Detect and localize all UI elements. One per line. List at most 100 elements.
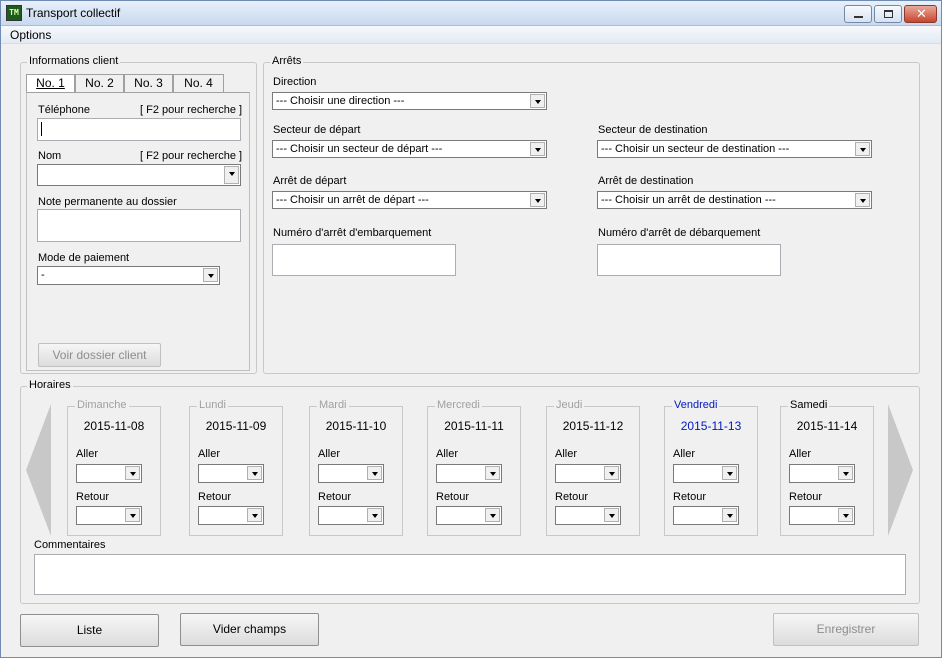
- previous-week-arrow-icon[interactable]: [26, 404, 51, 536]
- clear-fields-button[interactable]: Vider champs: [180, 613, 319, 646]
- day-date: 2015-11-13: [680, 419, 742, 433]
- return-label: Retour: [318, 491, 352, 503]
- departure-sector-label: Secteur de départ: [273, 124, 361, 136]
- go-combo[interactable]: [673, 464, 739, 483]
- day-name: Vendredi: [672, 399, 720, 411]
- note-label: Note permanente au dossier: [38, 196, 177, 208]
- chevron-down-icon[interactable]: [485, 466, 500, 480]
- stops-legend: Arrêts: [270, 55, 304, 67]
- go-combo[interactable]: [555, 464, 621, 483]
- day-name: Jeudi: [554, 399, 585, 411]
- comments-field[interactable]: [34, 554, 906, 595]
- destination-stop-combo[interactable]: --- Choisir un arrêt de destination ---: [597, 191, 872, 209]
- phone-label: Téléphone: [38, 104, 90, 116]
- departure-sector-combo[interactable]: --- Choisir un secteur de départ ---: [272, 140, 547, 158]
- day-name: Lundi: [197, 399, 228, 411]
- menu-options[interactable]: Options: [10, 28, 51, 42]
- return-label: Retour: [436, 491, 470, 503]
- direction-label: Direction: [273, 76, 317, 88]
- maximize-button[interactable]: [874, 5, 902, 23]
- chevron-down-icon[interactable]: [530, 142, 545, 156]
- direction-combo[interactable]: --- Choisir une direction ---: [272, 92, 547, 110]
- minimize-button[interactable]: [844, 5, 872, 23]
- day-name: Dimanche: [75, 399, 129, 411]
- go-combo[interactable]: [318, 464, 384, 483]
- chevron-down-icon[interactable]: [604, 508, 619, 522]
- alighting-stop-label: Numéro d'arrêt de débarquement: [598, 227, 761, 239]
- list-button[interactable]: Liste: [20, 614, 159, 647]
- return-combo[interactable]: [555, 506, 621, 525]
- day-name: Samedi: [788, 399, 830, 411]
- chevron-down-icon[interactable]: [485, 508, 500, 522]
- go-combo[interactable]: [198, 464, 264, 483]
- go-label: Aller: [76, 448, 99, 460]
- destination-sector-value: --- Choisir un secteur de destination --…: [601, 143, 790, 155]
- chevron-down-icon[interactable]: [722, 508, 737, 522]
- return-label: Retour: [673, 491, 707, 503]
- chevron-down-icon[interactable]: [838, 466, 853, 480]
- direction-value: --- Choisir une direction ---: [276, 95, 405, 107]
- chevron-down-icon[interactable]: [203, 268, 218, 282]
- chevron-down-icon[interactable]: [838, 508, 853, 522]
- chevron-down-icon[interactable]: [247, 508, 262, 522]
- day-sunday: Dimanche 2015-11-08 Aller Retour: [67, 399, 161, 536]
- chevron-down-icon[interactable]: [604, 466, 619, 480]
- window-title: Transport collectif: [26, 6, 121, 20]
- name-label: Nom: [38, 150, 62, 162]
- payment-label: Mode de paiement: [38, 252, 130, 264]
- departure-stop-label: Arrêt de départ: [273, 175, 347, 187]
- maximize-icon: [884, 10, 893, 18]
- chevron-down-icon[interactable]: [855, 142, 870, 156]
- return-combo[interactable]: [318, 506, 384, 525]
- go-combo[interactable]: [76, 464, 142, 483]
- return-combo[interactable]: [76, 506, 142, 525]
- save-button[interactable]: Enregistrer: [773, 613, 919, 646]
- day-date: 2015-11-11: [444, 419, 504, 433]
- go-label: Aller: [789, 448, 812, 460]
- day-tuesday: Mardi 2015-11-10 Aller Retour: [309, 399, 403, 536]
- chevron-down-icon[interactable]: [530, 94, 545, 108]
- chevron-down-icon[interactable]: [125, 508, 140, 522]
- name-combo[interactable]: [37, 164, 241, 186]
- return-label: Retour: [198, 491, 232, 503]
- boarding-stop-field[interactable]: [272, 244, 456, 276]
- return-combo[interactable]: [436, 506, 502, 525]
- chevron-down-icon[interactable]: [125, 466, 140, 480]
- view-client-file-button[interactable]: Voir dossier client: [38, 343, 161, 367]
- return-combo[interactable]: [789, 506, 855, 525]
- chevron-down-icon[interactable]: [530, 193, 545, 207]
- note-field[interactable]: [37, 209, 241, 242]
- departure-stop-combo[interactable]: --- Choisir un arrêt de départ ---: [272, 191, 547, 209]
- day-thursday: Jeudi 2015-11-12 Aller Retour: [546, 399, 640, 536]
- chevron-down-icon[interactable]: [224, 166, 239, 184]
- return-combo[interactable]: [673, 506, 739, 525]
- day-date: 2015-11-14: [796, 419, 858, 433]
- go-label: Aller: [673, 448, 696, 460]
- tab-client-1[interactable]: No. 1: [26, 74, 75, 93]
- title-bar: TM Transport collectif ✕: [1, 1, 941, 26]
- close-icon: ✕: [916, 6, 927, 21]
- return-label: Retour: [555, 491, 589, 503]
- close-button[interactable]: ✕: [904, 5, 937, 23]
- comments-label: Commentaires: [34, 539, 106, 551]
- payment-combo[interactable]: -: [37, 266, 220, 285]
- day-friday: Vendredi 2015-11-13 Aller Retour: [664, 399, 758, 536]
- tab-client-3[interactable]: No. 3: [124, 74, 173, 93]
- alighting-stop-field[interactable]: [597, 244, 781, 276]
- chevron-down-icon[interactable]: [367, 466, 382, 480]
- tab-client-2[interactable]: No. 2: [75, 74, 124, 93]
- tab-client-4[interactable]: No. 4: [173, 74, 224, 93]
- go-label: Aller: [318, 448, 341, 460]
- phone-field[interactable]: [37, 118, 241, 141]
- chevron-down-icon[interactable]: [722, 466, 737, 480]
- next-week-arrow-icon[interactable]: [888, 404, 913, 536]
- chevron-down-icon[interactable]: [855, 193, 870, 207]
- chevron-down-icon[interactable]: [367, 508, 382, 522]
- go-combo[interactable]: [789, 464, 855, 483]
- return-combo[interactable]: [198, 506, 264, 525]
- destination-sector-combo[interactable]: --- Choisir un secteur de destination --…: [597, 140, 872, 158]
- go-combo[interactable]: [436, 464, 502, 483]
- departure-stop-value: --- Choisir un arrêt de départ ---: [276, 194, 429, 206]
- chevron-down-icon[interactable]: [247, 466, 262, 480]
- day-name: Mercredi: [435, 399, 482, 411]
